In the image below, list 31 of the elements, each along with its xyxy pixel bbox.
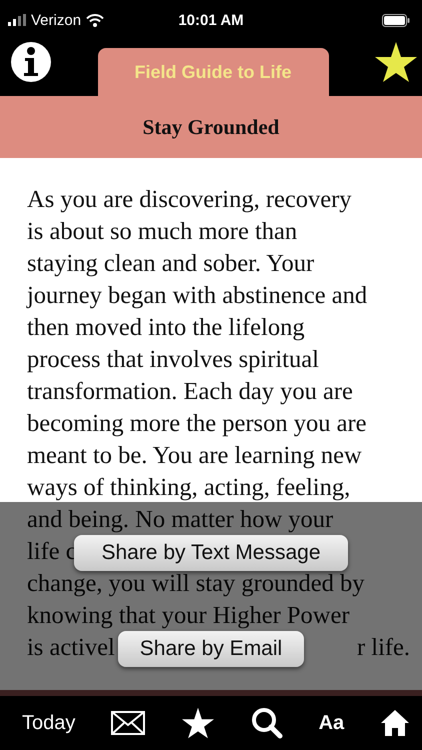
battery-icon — [382, 14, 410, 26]
star-icon[interactable] — [374, 41, 418, 83]
body-text-line: knowing that your Higher Power — [27, 602, 350, 629]
body-text-line: and being. No matter how your — [27, 506, 334, 533]
share-button[interactable]: Share by Email — [118, 631, 304, 667]
body-text-line: becoming more the person you are — [27, 410, 366, 437]
body-text-line: staying clean and sober. Your — [27, 250, 314, 277]
body-text-line: transformation. Each day you are — [27, 378, 353, 405]
wifi-icon — [86, 14, 104, 26]
search-icon[interactable] — [250, 707, 283, 739]
page-title: Stay Grounded — [142, 114, 280, 140]
share-button[interactable]: Share by Text Message — [74, 535, 348, 571]
body-text-line: meant to be. You are learning new — [27, 442, 362, 469]
toolbar-button[interactable]: Aa — [318, 712, 344, 734]
mail-icon[interactable] — [111, 711, 146, 735]
signal-icon — [8, 14, 26, 26]
body-text-line: then moved into the lifelong — [27, 314, 305, 341]
carrier-name: Verizon — [31, 12, 82, 28]
body-text-line: process that involves spiritual — [27, 346, 319, 373]
body-text-line: is about so much more than — [27, 218, 298, 245]
body-text-line: change, you will stay grounded by — [27, 570, 364, 597]
body-text-line: r life. — [357, 633, 410, 663]
info-icon[interactable] — [10, 41, 52, 83]
body-text-line: is activel — [27, 634, 115, 661]
star-icon[interactable] — [180, 707, 215, 739]
home-icon[interactable] — [380, 709, 410, 737]
toolbar-button[interactable]: Today — [22, 712, 76, 734]
body-text-line: journey began with abstinence and — [27, 282, 368, 309]
status-time: 10:01 AM — [178, 12, 244, 28]
body-text-line: As you are discovering, recovery — [27, 186, 352, 213]
body-text-line: ways of thinking, acting, feeling, — [27, 474, 350, 501]
